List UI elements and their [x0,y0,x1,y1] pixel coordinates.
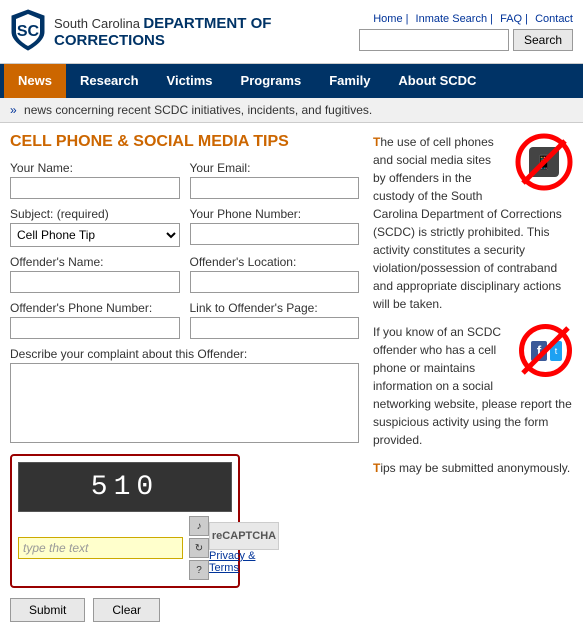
captcha-text: 510 [91,472,159,503]
offender-location-label: Offender's Location: [190,255,360,269]
button-row: Submit Clear [10,598,359,622]
navbar: News Research Victims Programs Family Ab… [0,64,583,98]
your-phone-col: Your Phone Number: [190,207,360,247]
search-row: Search [359,29,573,51]
org-name: South Carolina DEPARTMENT OF CORRECTIONS [54,15,359,49]
no-social-sign: f t [518,323,573,383]
captcha-icons: ♪ ↻ ? [189,516,209,580]
your-email-col: Your Email: [190,161,360,199]
offender-name-label: Offender's Name: [10,255,180,269]
offender-location-input[interactable] [190,271,360,293]
svg-text:SC: SC [17,23,40,40]
main-content: CELL PHONE & SOCIAL MEDIA TIPS Your Name… [0,123,583,632]
nav-item-programs[interactable]: Programs [227,64,316,98]
org-line1: South Carolina [54,16,140,31]
subject-select[interactable]: Cell Phone Tip [10,223,180,247]
info-section: 📱 The use of cell phones and social medi… [373,133,573,622]
captcha-refresh-btn[interactable]: ↻ [189,538,209,558]
inmate-search-link[interactable]: Inmate Search [416,13,488,25]
nav-item-victims[interactable]: Victims [153,64,227,98]
offender-location-col: Offender's Location: [190,255,360,293]
captcha-box: 510 ♪ ↻ ? reCAPTCHA Privacy & Terms [10,454,240,588]
captcha-privacy-link[interactable]: Privacy & Terms [209,550,279,574]
subject-label: Subject: (required) [10,207,180,221]
home-link[interactable]: Home [373,13,402,25]
offender-phone-input[interactable] [10,317,180,339]
describe-label: Describe your complaint about this Offen… [10,347,359,361]
offender-phone-col: Offender's Phone Number: [10,301,180,339]
form-section: CELL PHONE & SOCIAL MEDIA TIPS Your Name… [10,133,359,622]
info-paragraph3-block: Tips may be submitted anonymously. [373,459,573,477]
subject-phone-row: Subject: (required) Cell Phone Tip Your … [10,207,359,247]
top-links: Home | Inmate Search | FAQ | Contact [369,13,573,25]
page-title: CELL PHONE & SOCIAL MEDIA TIPS [10,133,359,151]
offender-name-col: Offender's Name: [10,255,180,293]
info-paragraph3: Tips may be submitted anonymously. [373,459,573,477]
your-name-col: Your Name: [10,161,180,199]
describe-textarea[interactable] [10,363,359,443]
captcha-input[interactable] [18,537,183,559]
offender-name-location-row: Offender's Name: Offender's Location: [10,255,359,293]
nav-item-news[interactable]: News [4,64,66,98]
offender-phone-link-row: Offender's Phone Number: Link to Offende… [10,301,359,339]
your-phone-label: Your Phone Number: [190,207,360,221]
logo-shield: SC [10,8,46,55]
describe-row: Describe your complaint about this Offen… [10,347,359,446]
search-button[interactable]: Search [513,29,573,51]
your-email-label: Your Email: [190,161,360,175]
nav-item-family[interactable]: Family [315,64,384,98]
no-phone-sign: 📱 [515,133,573,196]
subheader: news concerning recent SCDC initiatives,… [0,98,583,123]
clear-button[interactable]: Clear [93,598,160,622]
captcha-image: 510 [18,462,232,512]
your-name-input[interactable] [10,177,180,199]
captcha-brand: reCAPTCHA [209,522,279,550]
search-input[interactable] [359,29,509,51]
captcha-help-btn[interactable]: ? [189,560,209,580]
nav-item-research[interactable]: Research [66,64,153,98]
captcha-audio-btn[interactable]: ♪ [189,516,209,536]
offender-name-input[interactable] [10,271,180,293]
name-email-row: Your Name: Your Email: [10,161,359,199]
offender-link-col: Link to Offender's Page: [190,301,360,339]
subject-col: Subject: (required) Cell Phone Tip [10,207,180,247]
your-phone-input[interactable] [190,223,360,245]
faq-link[interactable]: FAQ [500,13,522,25]
header-right: Home | Inmate Search | FAQ | Contact Sea… [359,13,573,51]
contact-link[interactable]: Contact [535,13,573,25]
your-email-input[interactable] [190,177,360,199]
no-phone-block: 📱 The use of cell phones and social medi… [373,133,573,313]
offender-phone-label: Offender's Phone Number: [10,301,180,315]
captcha-input-row: ♪ ↻ ? [18,516,209,580]
captcha-privacy-row: ♪ ↻ ? reCAPTCHA Privacy & Terms [18,516,232,580]
offender-link-label: Link to Offender's Page: [190,301,360,315]
no-social-block: f t If you know of an SCDC offender who … [373,323,573,449]
offender-link-input[interactable] [190,317,360,339]
header: SC South Carolina DEPARTMENT OF CORRECTI… [0,0,583,64]
your-name-label: Your Name: [10,161,180,175]
subheader-text: news concerning recent SCDC initiatives,… [24,103,372,117]
submit-button[interactable]: Submit [10,598,85,622]
nav-item-about[interactable]: About SCDC [384,64,490,98]
